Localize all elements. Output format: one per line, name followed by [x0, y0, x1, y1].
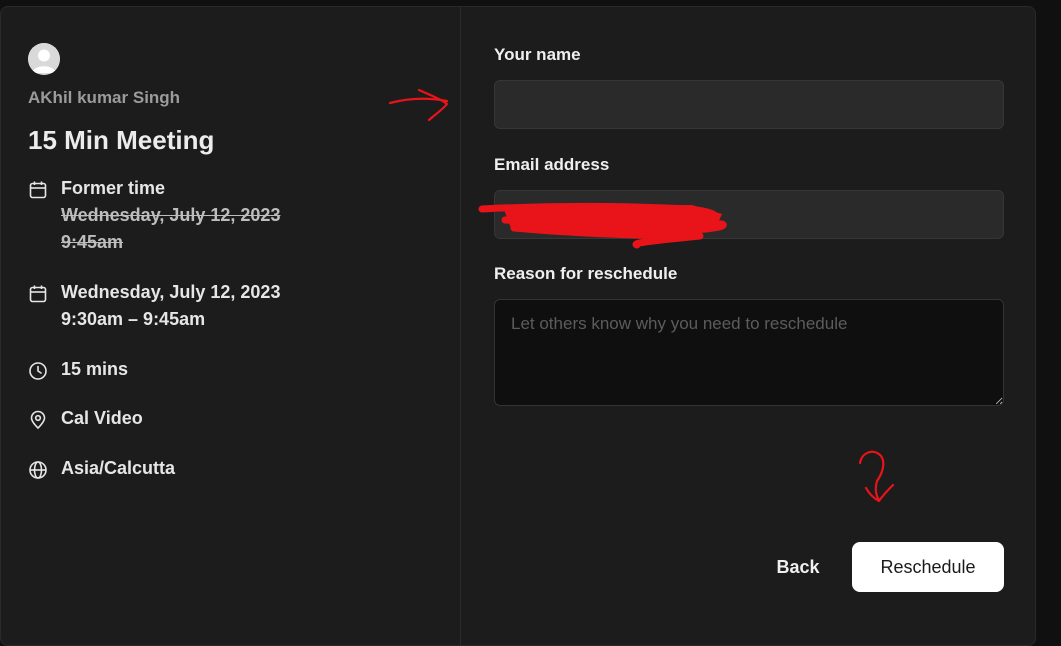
- former-time-label: Former time: [61, 178, 166, 198]
- duration: 15 mins: [61, 359, 129, 379]
- user-avatar-icon: [28, 43, 60, 75]
- calendar-icon: [29, 285, 47, 303]
- reason-label: Reason for reschedule: [494, 264, 678, 283]
- reason-textarea[interactable]: [494, 299, 1004, 406]
- clock-icon: [29, 362, 47, 380]
- email-label: Email address: [494, 155, 610, 174]
- former-time-row: Former time Wednesday, July 12, 2023 9:4…: [28, 178, 280, 256]
- name-input[interactable]: [494, 80, 1004, 129]
- email-input[interactable]: [494, 190, 1004, 239]
- calendar-icon: [29, 181, 47, 199]
- location: Cal Video: [61, 408, 143, 428]
- new-date: Wednesday, July 12, 2023: [61, 282, 281, 302]
- map-pin-icon: [30, 410, 46, 430]
- former-time: 9:45am: [61, 232, 124, 252]
- event-title: 15 Min Meeting: [28, 125, 215, 155]
- duration-row: 15 mins: [28, 359, 128, 383]
- organizer-name: AKhil kumar Singh: [28, 88, 181, 107]
- name-label: Your name: [494, 45, 581, 64]
- avatar: [28, 43, 60, 75]
- booking-panel: AKhil kumar Singh 15 Min Meeting Former …: [0, 6, 1036, 646]
- former-date: Wednesday, July 12, 2023: [61, 205, 281, 225]
- booking-form: Your name Email address Reason for resch…: [461, 7, 1035, 645]
- new-time: 9:30am – 9:45am: [61, 309, 206, 329]
- new-time-row: Wednesday, July 12, 2023 9:30am – 9:45am: [28, 282, 280, 333]
- location-row: Cal Video: [28, 408, 143, 432]
- globe-icon: [29, 461, 47, 479]
- timezone: Asia/Calcutta: [61, 458, 176, 478]
- reschedule-button[interactable]: Reschedule: [852, 542, 1004, 592]
- event-details-pane: AKhil kumar Singh 15 Min Meeting Former …: [1, 7, 461, 645]
- timezone-row: Asia/Calcutta: [28, 458, 175, 482]
- back-button[interactable]: Back: [761, 543, 835, 591]
